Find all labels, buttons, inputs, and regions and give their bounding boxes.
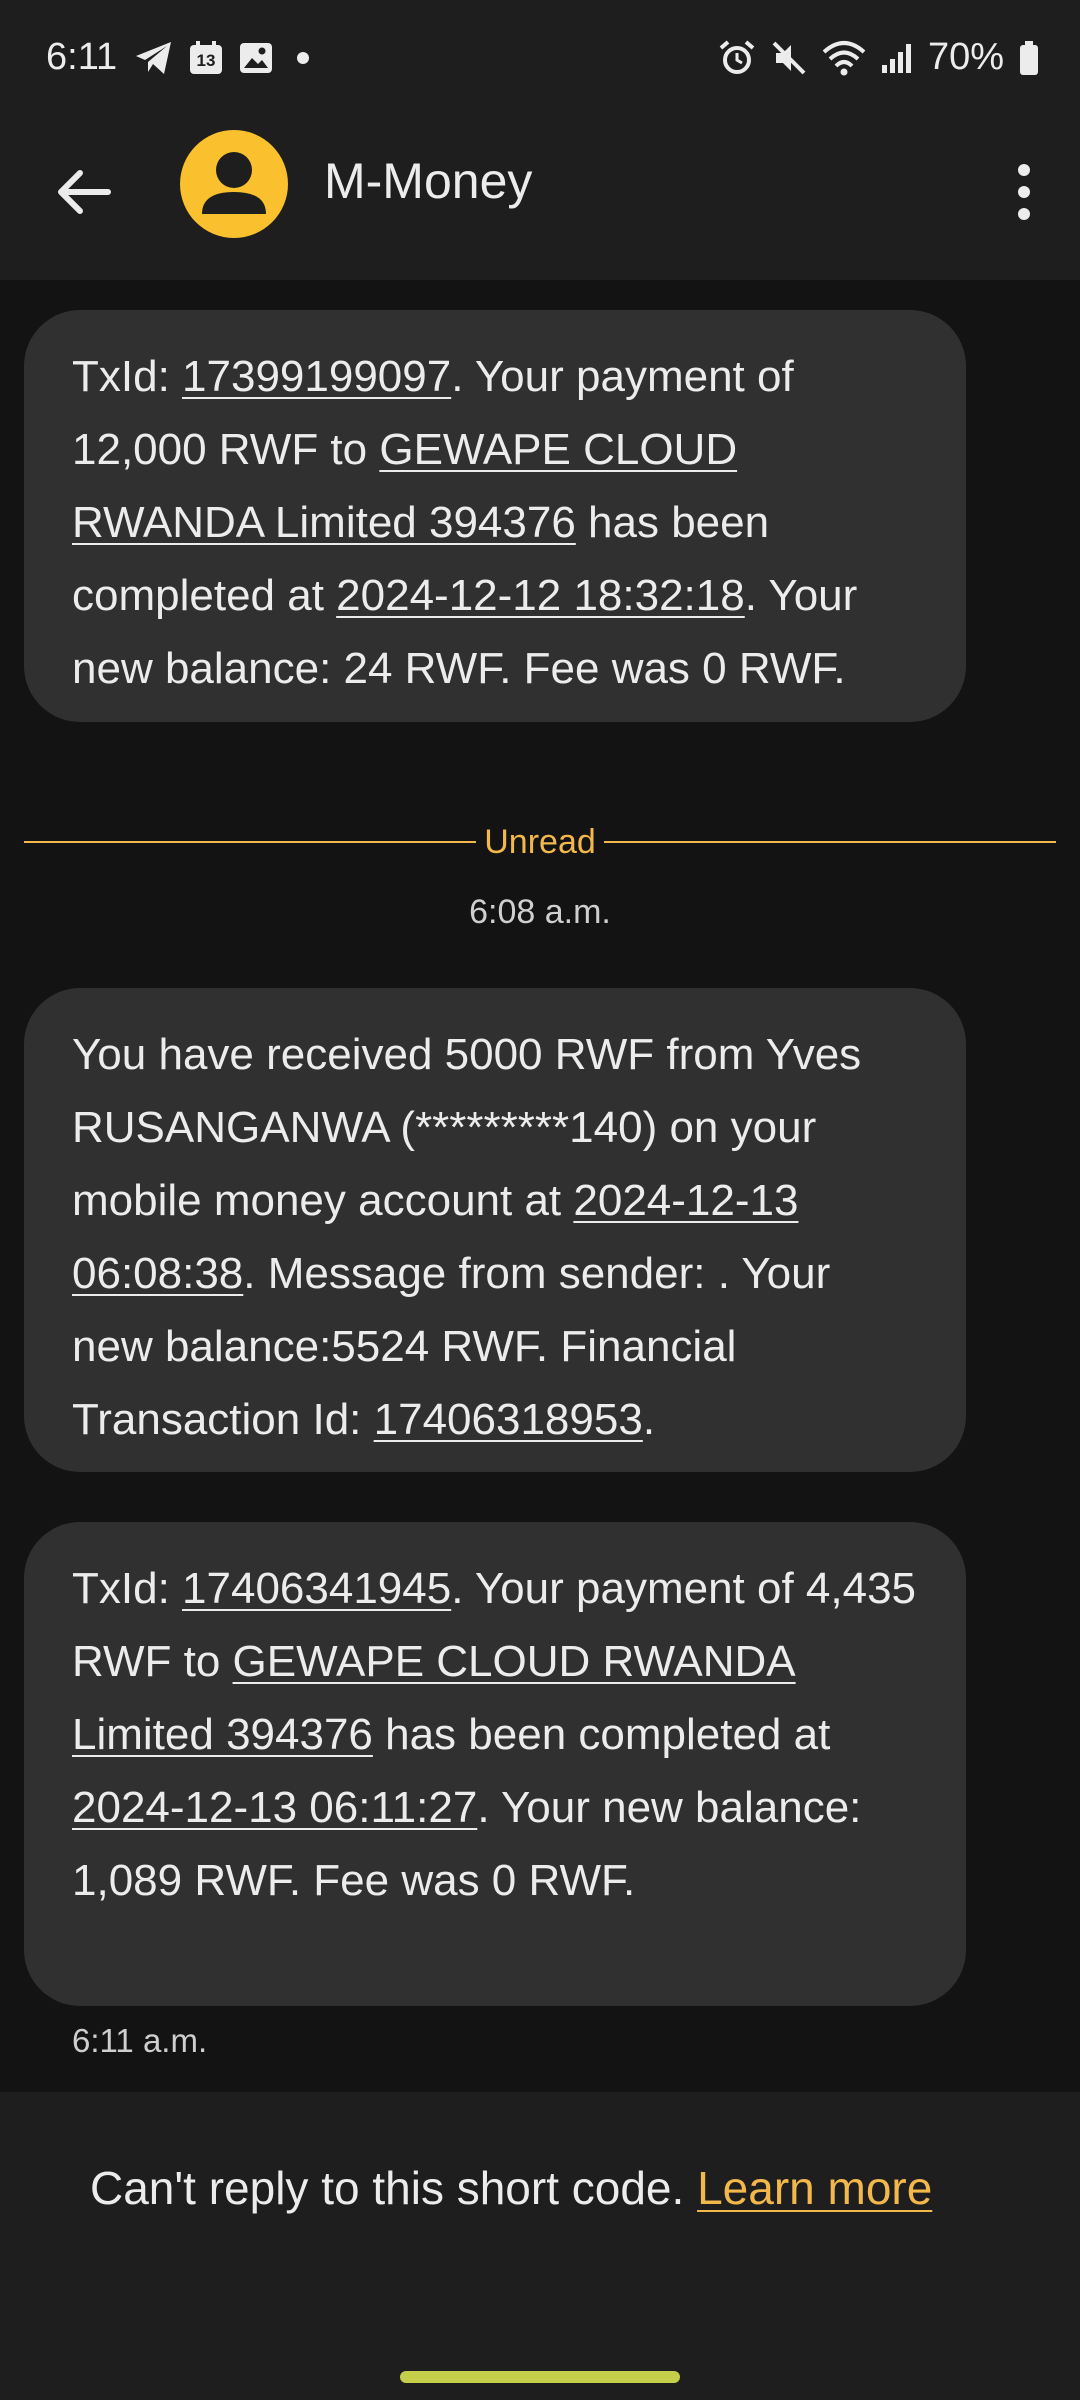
learn-more-link[interactable]: Learn more: [697, 2162, 932, 2214]
message-bubble[interactable]: You have received 5000 RWF from Yves RUS…: [24, 988, 966, 1472]
message-bubble[interactable]: TxId: 17399199097. Your payment of 12,00…: [24, 310, 966, 722]
signal-icon: [881, 43, 911, 73]
calendar-icon: 13: [188, 40, 224, 76]
battery-percent: 70%: [927, 36, 1004, 78]
notification-icons: 13: [134, 40, 318, 76]
system-icons: 70%: [718, 36, 1040, 79]
avatar[interactable]: [180, 130, 288, 238]
message-text: TxId:: [72, 352, 183, 401]
message-text: .: [642, 1395, 656, 1444]
banner-text: Can't reply to this short code. Learn mo…: [90, 2152, 970, 2225]
reply-unavailable-banner: Can't reply to this short code. Learn mo…: [0, 2092, 1080, 2400]
telegram-icon: [136, 42, 171, 74]
calendar-day: 13: [196, 51, 216, 70]
conversation-header: M-Money: [0, 120, 1080, 280]
divider-line: [24, 841, 477, 843]
message-timestamp: 6:08 a.m.: [469, 893, 611, 931]
gallery-icon: [240, 43, 272, 73]
message-link[interactable]: 17406341945: [182, 1564, 451, 1613]
wifi-icon: [822, 40, 866, 75]
dot-icon: [297, 52, 309, 64]
message-link[interactable]: 17406318953: [374, 1395, 643, 1444]
message-text: has been completed at: [372, 1710, 831, 1759]
contact-name[interactable]: M-Money: [324, 152, 532, 210]
back-arrow-icon[interactable]: [52, 160, 116, 224]
unread-divider: Unread: [24, 820, 1057, 864]
message-timestamp: 6:11 a.m.: [72, 2022, 208, 2059]
status-time: 6:11: [46, 36, 118, 78]
message-text: TxId:: [72, 1564, 183, 1613]
alarm-icon: [719, 39, 755, 74]
message-bubble[interactable]: TxId: 17406341945. Your payment of 4,435…: [24, 1522, 966, 2006]
more-options-icon[interactable]: [1004, 156, 1044, 228]
status-bar: 6:11 13 70%: [0, 0, 1080, 120]
mute-icon: [772, 41, 806, 74]
banner-message: Can't reply to this short code.: [90, 2162, 698, 2214]
gesture-nav-handle[interactable]: [400, 2371, 680, 2383]
divider-line: [603, 841, 1057, 843]
message-link[interactable]: 2024-12-13 06:11:27: [72, 1783, 477, 1832]
battery-icon: [1020, 40, 1038, 75]
unread-label: Unread: [484, 822, 596, 861]
person-icon: [202, 152, 266, 214]
message-link[interactable]: 17399199097: [182, 352, 451, 401]
message-link[interactable]: 2024-12-12 18:32:18: [336, 571, 745, 620]
